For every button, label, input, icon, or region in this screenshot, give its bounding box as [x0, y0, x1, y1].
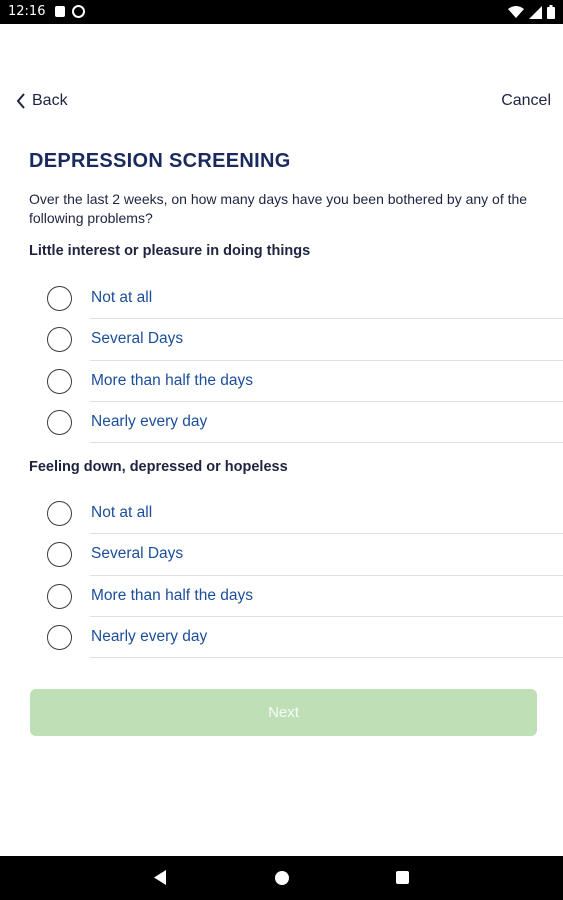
next-button[interactable]: Next	[30, 689, 537, 736]
notification-square-icon	[55, 6, 65, 17]
option-nearly-every-day[interactable]: Nearly every day	[0, 617, 563, 659]
back-button[interactable]: Back	[16, 92, 68, 110]
divider	[90, 442, 563, 444]
option-label: Nearly every day	[91, 412, 208, 430]
radio-button[interactable]	[47, 542, 72, 568]
question-1-options: Not at all Several Days More than half t…	[0, 278, 563, 444]
option-label: Several Days	[91, 545, 184, 563]
intro-text: Over the last 2 weeks, on how many days …	[29, 191, 528, 226]
option-not-at-all[interactable]: Not at all	[0, 493, 563, 535]
question-2-options: Not at all Several Days More than half t…	[0, 493, 563, 659]
option-label: Several Days	[91, 330, 184, 348]
question-2-text: Feeling down, depressed or hopeless	[29, 459, 288, 475]
question-1-text: Little interest or pleasure in doing thi…	[29, 243, 311, 259]
option-not-at-all[interactable]: Not at all	[0, 278, 563, 320]
divider	[90, 657, 563, 659]
battery-icon	[547, 5, 555, 19]
radio-button[interactable]	[47, 624, 72, 650]
radio-button[interactable]	[47, 409, 72, 435]
status-right-icons	[508, 4, 555, 20]
radio-button[interactable]	[47, 368, 72, 394]
system-nav-bar	[0, 856, 563, 900]
system-home-icon[interactable]	[275, 871, 289, 885]
option-more-than-half[interactable]: More than half the days	[0, 361, 563, 402]
cancel-button[interactable]: Cancel	[501, 92, 551, 110]
option-label: Nearly every day	[91, 627, 208, 645]
radio-button[interactable]	[47, 327, 72, 353]
chevron-left-icon	[16, 93, 25, 109]
signal-icon	[529, 5, 542, 19]
status-bar: 12:16	[0, 0, 563, 24]
option-several-days[interactable]: Several Days	[0, 534, 563, 576]
radio-button[interactable]	[47, 583, 72, 609]
system-back-icon[interactable]	[154, 870, 166, 885]
option-several-days[interactable]: Several Days	[0, 319, 563, 361]
option-label: More than half the days	[91, 371, 253, 389]
radio-button[interactable]	[47, 501, 72, 526]
option-label: Not at all	[91, 504, 153, 521]
option-nearly-every-day[interactable]: Nearly every day	[0, 402, 563, 444]
option-label: More than half the days	[91, 586, 253, 604]
radio-button[interactable]	[47, 286, 72, 311]
data-saver-icon	[72, 5, 85, 18]
page-title: DEPRESSION SCREENING	[29, 150, 291, 172]
wifi-icon	[508, 5, 524, 18]
back-label: Back	[32, 92, 68, 109]
system-recents-icon[interactable]	[396, 871, 409, 884]
status-time: 12:16	[8, 4, 46, 19]
option-label: Not at all	[91, 289, 153, 306]
option-more-than-half[interactable]: More than half the days	[0, 576, 563, 617]
